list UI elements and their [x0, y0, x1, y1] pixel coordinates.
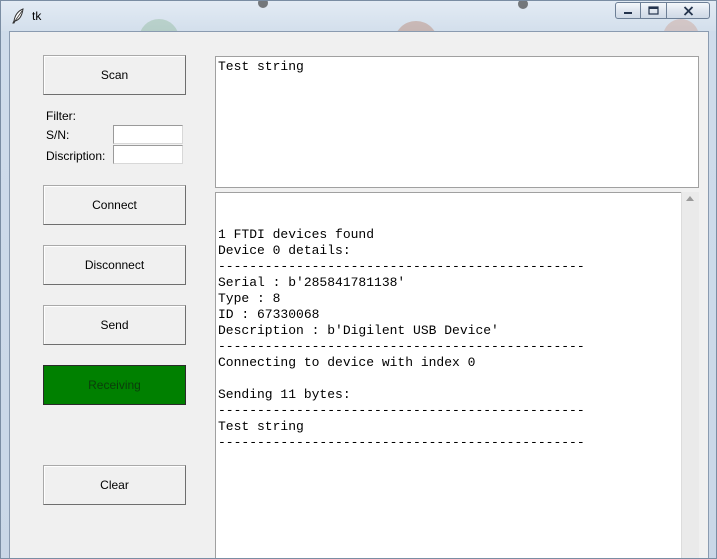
sn-label: S/N:: [46, 128, 70, 142]
log-line: 1 FTDI devices found: [218, 227, 375, 242]
send-text-area[interactable]: Test string: [215, 56, 699, 188]
log-line: ----------------------------------------…: [218, 403, 585, 418]
window-title: tk: [32, 9, 42, 23]
receiving-button[interactable]: Receiving: [43, 365, 186, 405]
log-line: Device 0 details:: [218, 243, 351, 258]
log-line: Type : 8: [218, 291, 281, 306]
log-line: ----------------------------------------…: [218, 339, 585, 354]
maximize-icon: [648, 6, 659, 15]
log-line: Test string: [218, 419, 304, 434]
sn-input[interactable]: [113, 125, 183, 144]
log-line: ----------------------------------------…: [218, 259, 585, 274]
log-line: ID : 67330068: [218, 307, 320, 322]
log-lines: 1 FTDI devices found Device 0 details: ---…: [218, 227, 681, 451]
minimize-icon: [624, 11, 632, 14]
app-window: tk Scan Filter: S/N: Discription: Connec…: [0, 0, 717, 559]
feather-icon: [12, 8, 24, 24]
log-scrollbar[interactable]: [681, 192, 699, 558]
window-controls: [615, 2, 710, 19]
log-line: Serial : b'285841781138': [218, 275, 406, 290]
description-label: Discription:: [46, 149, 106, 163]
scroll-up-arrow-icon[interactable]: [686, 196, 694, 201]
log-line: Description : b'Digilent USB Device': [218, 323, 499, 338]
close-button[interactable]: [667, 2, 710, 19]
client-area: Scan Filter: S/N: Discription: Connect D…: [9, 31, 709, 558]
title-bar[interactable]: tk: [1, 1, 716, 31]
maximize-button[interactable]: [641, 2, 667, 19]
log-line: Sending 11 bytes:: [218, 387, 351, 402]
minimize-button[interactable]: [615, 2, 641, 19]
send-button[interactable]: Send: [43, 305, 186, 345]
log-line: ----------------------------------------…: [218, 435, 585, 450]
description-input[interactable]: [113, 145, 183, 164]
clear-button[interactable]: Clear: [43, 465, 186, 505]
scan-button[interactable]: Scan: [43, 55, 186, 95]
log-output-area[interactable]: 1 FTDI devices found Device 0 details: ---…: [215, 192, 682, 558]
close-icon: [683, 5, 693, 16]
log-line: Connecting to device with index 0: [218, 355, 476, 370]
filter-heading: Filter:: [46, 109, 76, 123]
title-bar-background-decoration: [140, 1, 698, 31]
connect-button[interactable]: Connect: [43, 185, 186, 225]
disconnect-button[interactable]: Disconnect: [43, 245, 186, 285]
